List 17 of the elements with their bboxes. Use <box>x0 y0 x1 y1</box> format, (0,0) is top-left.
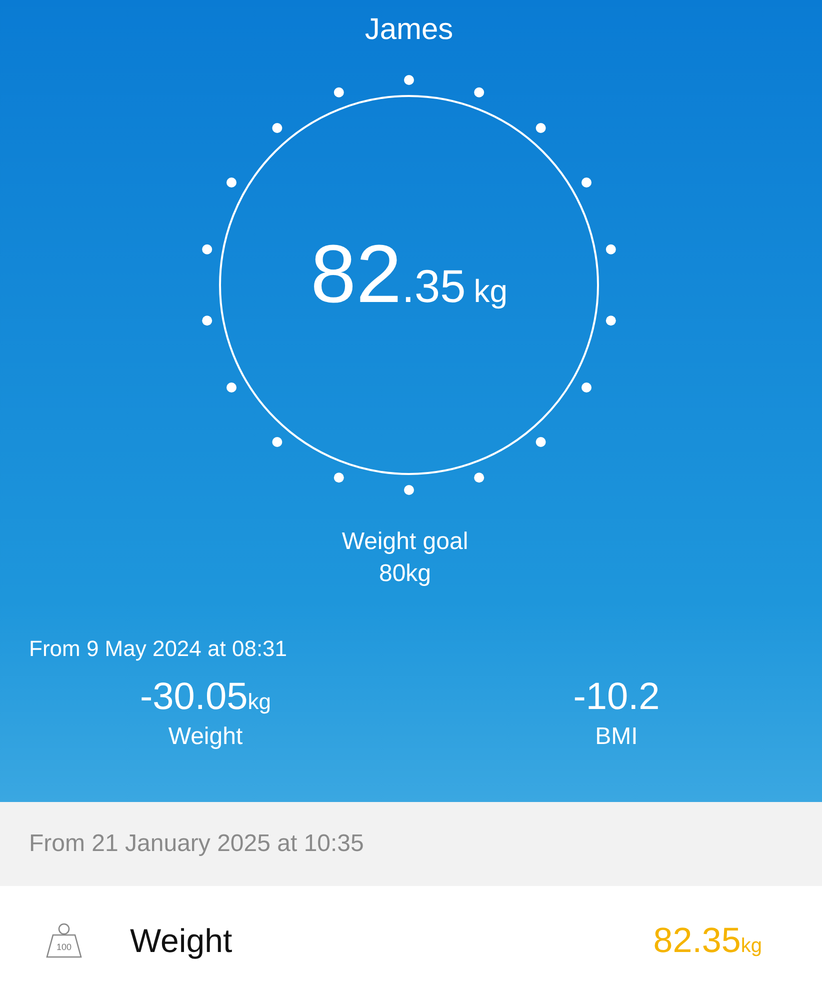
weight-unit: kg <box>474 273 508 310</box>
stat-value: -30.05 <box>140 675 248 720</box>
period-label: From 9 May 2024 at 08:31 <box>29 635 288 663</box>
goal-label: Weight goal <box>342 527 468 557</box>
stat-value: -10.2 <box>573 675 660 720</box>
stat-label: Weight <box>168 722 243 752</box>
user-name: James <box>364 12 454 48</box>
measurement-row[interactable]: 100 Weight 82.35kg <box>0 886 822 996</box>
section-title: From 21 January 2025 at 10:35 <box>29 830 364 858</box>
stat-unit: kg <box>248 689 271 715</box>
stat-label: BMI <box>595 722 638 752</box>
measurement-unit: kg <box>740 935 762 958</box>
goal-value: 80kg <box>378 559 432 589</box>
measurement-value: 82.35 <box>653 921 741 961</box>
weight-decimal: .35 <box>402 259 466 313</box>
measurement-label: Weight <box>130 922 234 960</box>
weight-value: 82 <box>310 230 402 320</box>
